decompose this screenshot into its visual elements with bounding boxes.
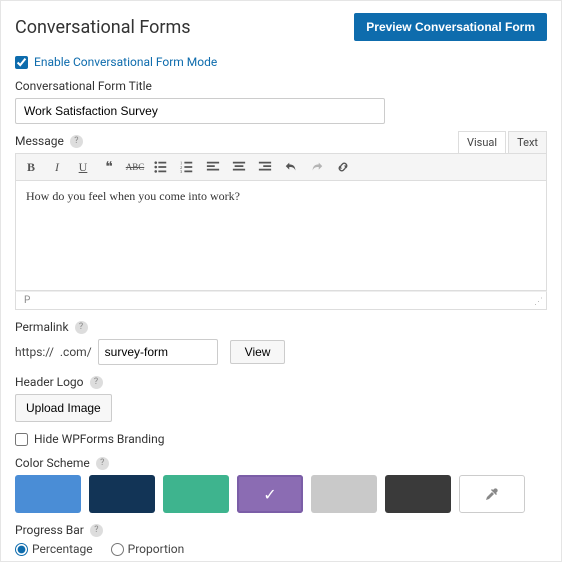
tab-text[interactable]: Text: [508, 131, 547, 153]
color-picker-button[interactable]: [459, 475, 525, 513]
view-button[interactable]: View: [230, 340, 286, 364]
editor-toolbar: B I U ❝ ABC 123: [15, 153, 547, 181]
bold-icon[interactable]: B: [22, 158, 40, 176]
underline-icon[interactable]: U: [74, 158, 92, 176]
title-input[interactable]: [15, 98, 385, 124]
color-swatch[interactable]: [163, 475, 229, 513]
progress-percentage-label: Percentage: [32, 542, 93, 556]
help-icon[interactable]: ?: [70, 135, 83, 148]
message-editor[interactable]: How do you feel when you come into work?: [15, 181, 547, 291]
enable-mode-label: Enable Conversational Form Mode: [34, 55, 217, 69]
color-scheme-label: Color Scheme: [15, 456, 90, 470]
color-swatch[interactable]: [385, 475, 451, 513]
title-label: Conversational Form Title: [15, 79, 152, 93]
check-icon: ✓: [263, 485, 276, 504]
progress-proportion-radio[interactable]: [111, 543, 124, 556]
undo-icon[interactable]: [282, 158, 300, 176]
color-swatch[interactable]: ✓: [237, 475, 303, 513]
align-right-icon[interactable]: [256, 158, 274, 176]
hide-branding-checkbox[interactable]: [15, 433, 28, 446]
message-label: Message: [15, 134, 64, 148]
align-left-icon[interactable]: [204, 158, 222, 176]
progress-proportion-label: Proportion: [128, 542, 185, 556]
tab-visual[interactable]: Visual: [458, 131, 506, 153]
help-icon[interactable]: ?: [96, 457, 109, 470]
editor-status-bar: P ⋰: [15, 291, 547, 310]
strikethrough-icon[interactable]: ABC: [126, 158, 144, 176]
resize-handle-icon[interactable]: ⋰: [534, 297, 544, 307]
permalink-prefix: https://: [15, 345, 54, 359]
progress-bar-label: Progress Bar: [15, 523, 84, 537]
progress-percentage-option[interactable]: Percentage: [15, 542, 93, 556]
quote-icon[interactable]: ❝: [100, 158, 118, 176]
enable-mode-checkbox[interactable]: [15, 56, 28, 69]
permalink-domain: .com/: [60, 345, 92, 359]
permalink-label: Permalink: [15, 320, 69, 334]
link-icon[interactable]: [334, 158, 352, 176]
color-swatch[interactable]: [311, 475, 377, 513]
help-icon[interactable]: ?: [75, 321, 88, 334]
progress-percentage-radio[interactable]: [15, 543, 28, 556]
align-center-icon[interactable]: [230, 158, 248, 176]
permalink-slug-input[interactable]: [98, 339, 218, 365]
svg-text:3: 3: [180, 169, 183, 174]
eyedropper-icon: [484, 486, 500, 502]
help-icon[interactable]: ?: [90, 524, 103, 537]
preview-button[interactable]: Preview Conversational Form: [354, 13, 547, 41]
color-swatch[interactable]: [89, 475, 155, 513]
help-icon[interactable]: ?: [90, 376, 103, 389]
progress-proportion-option[interactable]: Proportion: [111, 542, 185, 556]
numbered-list-icon[interactable]: 123: [178, 158, 196, 176]
page-title: Conversational Forms: [15, 17, 191, 38]
color-swatch[interactable]: [15, 475, 81, 513]
redo-icon[interactable]: [308, 158, 326, 176]
italic-icon[interactable]: I: [48, 158, 66, 176]
header-logo-label: Header Logo: [15, 375, 84, 389]
bullet-list-icon[interactable]: [152, 158, 170, 176]
hide-branding-label: Hide WPForms Branding: [34, 432, 164, 446]
upload-image-button[interactable]: Upload Image: [15, 394, 112, 422]
